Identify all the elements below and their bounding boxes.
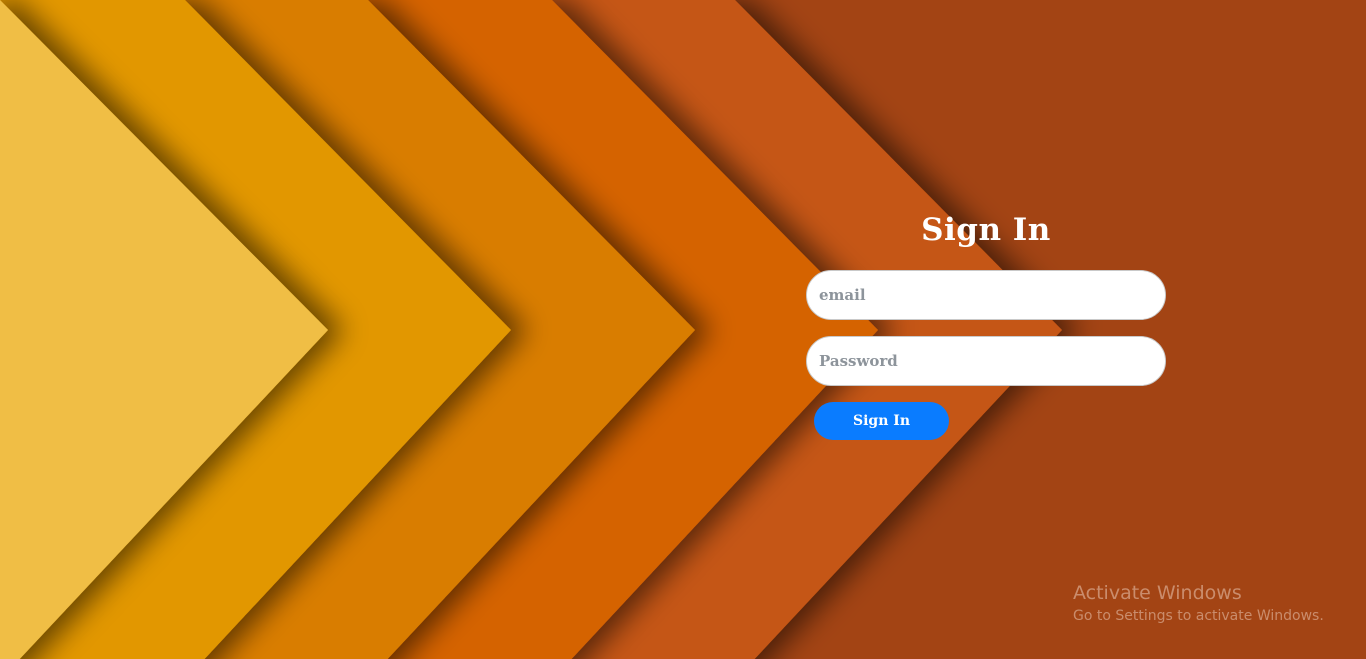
activate-windows-watermark: Activate Windows Go to Settings to activ… [1073,581,1324,627]
watermark-subtitle: Go to Settings to activate Windows. [1073,608,1324,624]
password-input[interactable] [806,336,1166,386]
signin-button[interactable]: Sign In [814,402,949,440]
email-input[interactable] [806,270,1166,320]
signin-title: Sign In [921,212,1051,248]
login-page: Sign In Sign In Activate Windows Go to S… [0,0,1366,659]
chevron-background [0,0,1062,659]
watermark-title: Activate Windows [1073,582,1242,604]
